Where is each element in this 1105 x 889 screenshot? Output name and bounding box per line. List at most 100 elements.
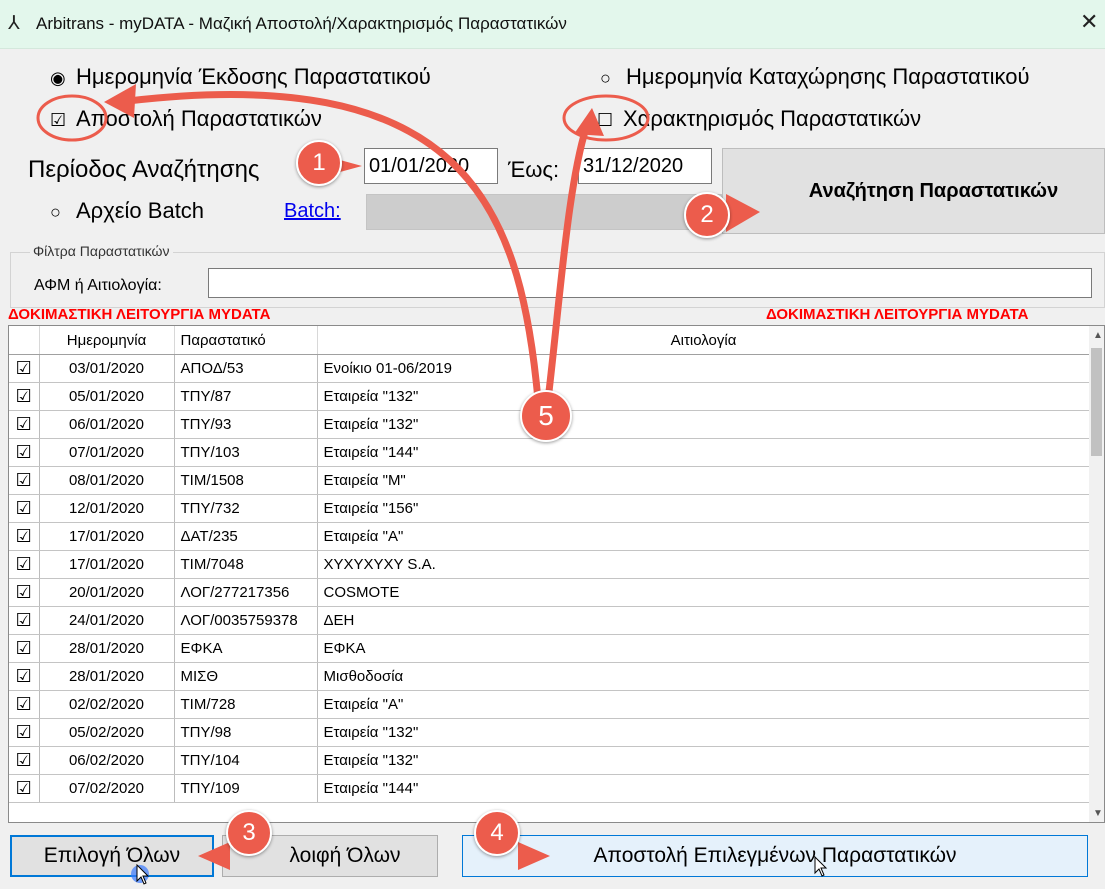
table-row[interactable]: ☑ 20/01/2020 ΛΟΓ/277217356 COSMOTE: [9, 578, 1091, 607]
checkbox-empty-icon: ☐: [597, 110, 614, 130]
row-reason: Εταιρεία "M": [317, 466, 1091, 495]
header-date[interactable]: Ημερομηνία: [39, 326, 175, 355]
row-date: 24/01/2020: [39, 606, 175, 635]
row-checkbox[interactable]: ☑: [9, 382, 40, 411]
row-checkbox[interactable]: ☑: [9, 410, 40, 439]
row-date: 06/02/2020: [39, 746, 175, 775]
row-checkbox[interactable]: ☑: [9, 746, 40, 775]
row-document: ΤΠΥ/104: [174, 746, 318, 775]
row-checkbox[interactable]: ☑: [9, 634, 40, 663]
table-row[interactable]: ☑ 03/01/2020 ΑΠΟΔ/53 Ενοίκιο 01-06/2019: [9, 354, 1091, 383]
row-reason: COSMOTE: [317, 578, 1091, 607]
row-document: ΤΠΥ/87: [174, 382, 318, 411]
row-checkbox[interactable]: ☑: [9, 522, 40, 551]
batch-file-radio[interactable]: ○ Αρχείο Batch: [50, 198, 204, 225]
row-checkbox[interactable]: ☑: [9, 466, 40, 495]
row-checkbox[interactable]: ☑: [9, 606, 40, 635]
row-checkbox[interactable]: ☑: [9, 662, 40, 691]
row-document: ΤΙΜ/1508: [174, 466, 318, 495]
send-docs-checkbox[interactable]: ☑ Αποστολή Παραστατικών: [50, 106, 322, 133]
arrow-head-1: [340, 160, 362, 172]
row-date: 17/01/2020: [39, 522, 175, 551]
header-select: [9, 326, 40, 355]
issue-date-label: Ημερομηνία Έκδοσης Παραστατικού: [76, 64, 431, 89]
table-row[interactable]: ☑ 24/01/2020 ΛΟΓ/0035759378 ΔΕΗ: [9, 606, 1091, 635]
table-row[interactable]: ☑ 12/01/2020 ΤΠΥ/732 Εταιρεία "156": [9, 494, 1091, 523]
batch-file-field[interactable]: [366, 194, 722, 230]
row-document: ΤΠΥ/109: [174, 774, 318, 803]
table-row[interactable]: ☑ 28/01/2020 ΜΙΣΘ Μισθοδοσία: [9, 662, 1091, 691]
send-selected-label: Αποστολή Επιλεγμένων Παραστατικών: [593, 844, 957, 867]
step-2-badge: 2: [684, 192, 730, 238]
row-document: ΤΠΥ/732: [174, 494, 318, 523]
row-document: ΔΑΤ/235: [174, 522, 318, 551]
row-document: ΤΠΥ/98: [174, 718, 318, 747]
header-document[interactable]: Παραστατικό: [174, 326, 318, 355]
row-date: 05/02/2020: [39, 718, 175, 747]
row-checkbox[interactable]: ☑: [9, 718, 40, 747]
row-reason: ΕΦΚΑ: [317, 634, 1091, 663]
table-row[interactable]: ☑ 17/01/2020 ΔΑΤ/235 Εταιρεία "A": [9, 522, 1091, 551]
afm-label: ΑΦΜ ή Αιτιολογία:: [34, 277, 162, 294]
app-icon: ⅄: [8, 13, 20, 34]
table-row[interactable]: ☑ 07/02/2020 ΤΠΥ/109 Εταιρεία "144": [9, 774, 1091, 803]
batch-file-label: Αρχείο Batch: [76, 198, 205, 223]
row-date: 02/02/2020: [39, 690, 175, 719]
row-checkbox[interactable]: ☑: [9, 494, 40, 523]
row-checkbox[interactable]: ☑: [9, 354, 40, 383]
test-mode-label-left: ΔΟΚΙΜΑΣΤΙΚΗ ΛΕΙΤΟΥΡΓΙΑ MYDATA: [8, 306, 271, 323]
send-selected-button[interactable]: Αποστολή Επιλεγμένων Παραστατικών: [462, 835, 1088, 877]
row-checkbox[interactable]: ☑: [9, 774, 40, 803]
registration-date-radio[interactable]: ○ Ημερομηνία Καταχώρησης Παραστατικού: [600, 64, 1029, 91]
batch-link[interactable]: Batch:: [284, 200, 341, 223]
row-document: ΤΙΜ/728: [174, 690, 318, 719]
scroll-thumb[interactable]: [1091, 348, 1102, 456]
issue-date-radio[interactable]: ◉ Ημερομηνία Έκδοσης Παραστατικού: [50, 64, 431, 91]
row-document: ΤΙΜ/7048: [174, 550, 318, 579]
table-row[interactable]: ☑ 07/01/2020 ΤΠΥ/103 Εταιρεία "144": [9, 438, 1091, 467]
window-title: Arbitrans - myDATA - Μαζική Αποστολή/Χαρ…: [36, 14, 567, 33]
grid-header-row: Ημερομηνία Παραστατικό Αιτιολογία: [9, 326, 1091, 355]
row-date: 07/02/2020: [39, 774, 175, 803]
step-3-badge: 3: [226, 810, 272, 856]
afm-search-input[interactable]: [208, 268, 1092, 298]
row-reason: XYXYXYXY S.A.: [317, 550, 1091, 579]
scroll-up-icon[interactable]: ▲: [1093, 330, 1103, 341]
table-row[interactable]: ☑ 05/02/2020 ΤΠΥ/98 Εταιρεία "132": [9, 718, 1091, 747]
table-row[interactable]: ☑ 06/02/2020 ΤΠΥ/104 Εταιρεία "132": [9, 746, 1091, 775]
row-date: 06/01/2020: [39, 410, 175, 439]
row-document: ΛΟΓ/0035759378: [174, 606, 318, 635]
mouse-cursor-icon: [814, 856, 828, 877]
table-row[interactable]: ☑ 17/01/2020 ΤΙΜ/7048 XYXYXYXY S.A.: [9, 550, 1091, 579]
header-reason[interactable]: Αιτιολογία: [317, 326, 1091, 355]
row-reason: Μισθοδοσία: [317, 662, 1091, 691]
period-label: Περίοδος Αναζήτησης: [28, 156, 260, 183]
row-date: 28/01/2020: [39, 634, 175, 663]
characterize-docs-checkbox[interactable]: ☐ Χαρακτηρισμός Παραστατικών: [597, 106, 921, 133]
row-date: 07/01/2020: [39, 438, 175, 467]
row-date: 12/01/2020: [39, 494, 175, 523]
row-reason: Εταιρεία "132": [317, 718, 1091, 747]
row-reason: Εταιρεία "132": [317, 410, 1091, 439]
table-row[interactable]: ☑ 28/01/2020 ΕΦΚΑ ΕΦΚΑ: [9, 634, 1091, 663]
row-reason: Ενοίκιο 01-06/2019: [317, 354, 1091, 383]
remove-all-label: λοιφή Όλων: [289, 844, 401, 867]
search-docs-button[interactable]: Αναζήτηση Παραστατικών: [722, 148, 1105, 234]
row-checkbox[interactable]: ☑: [9, 550, 40, 579]
row-checkbox[interactable]: ☑: [9, 438, 40, 467]
row-date: 17/01/2020: [39, 550, 175, 579]
close-button[interactable]: ✕: [1080, 10, 1098, 34]
date-from-input[interactable]: 01/01/2020: [364, 148, 498, 184]
row-date: 20/01/2020: [39, 578, 175, 607]
table-row[interactable]: ☑ 08/01/2020 ΤΙΜ/1508 Εταιρεία "M": [9, 466, 1091, 495]
row-checkbox[interactable]: ☑: [9, 690, 40, 719]
row-reason: Εταιρεία "132": [317, 746, 1091, 775]
row-document: ΤΠΥ/93: [174, 410, 318, 439]
step-4-badge: 4: [474, 810, 520, 856]
radio-empty-icon: ○: [600, 68, 611, 88]
select-all-button[interactable]: Επιλογή Όλων: [10, 835, 214, 877]
table-row[interactable]: ☑ 02/02/2020 ΤΙΜ/728 Εταιρεία "A": [9, 690, 1091, 719]
scroll-down-icon[interactable]: ▼: [1093, 808, 1103, 819]
row-checkbox[interactable]: ☑: [9, 578, 40, 607]
date-to-input[interactable]: 31/12/2020: [578, 148, 712, 184]
